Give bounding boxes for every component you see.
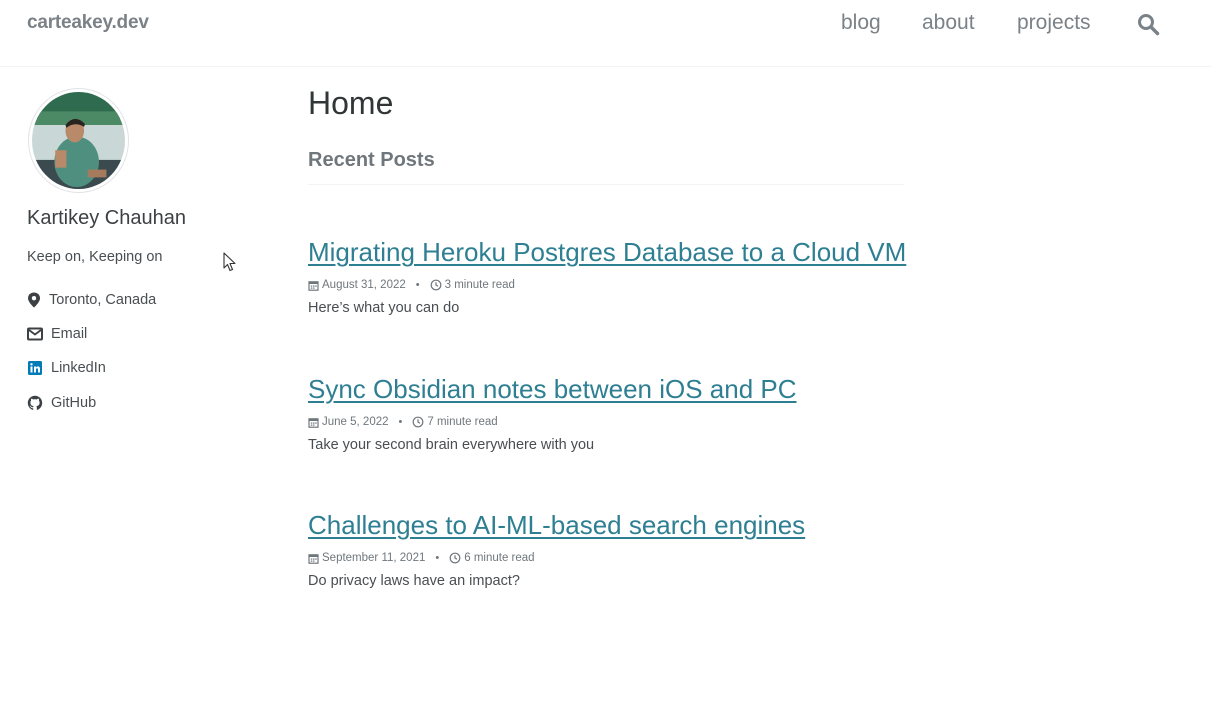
recent-posts-heading: Recent Posts — [308, 149, 904, 185]
post-excerpt: Here’s what you can do — [308, 300, 460, 316]
envelope-icon — [27, 327, 43, 341]
post-excerpt: Take your second brain everywhere with y… — [308, 437, 595, 453]
author-email-link[interactable]: Email — [27, 326, 87, 342]
post-item: Challenges to AI-ML-based search engines… — [308, 510, 928, 589]
author-location-label: Toronto, Canada — [49, 292, 157, 308]
github-icon — [27, 395, 43, 410]
author-linkedin-label: LinkedIn — [51, 360, 106, 376]
post-date: September 11, 2021 — [322, 552, 426, 564]
post-meta: September 11, 2021 • 6 minute read — [308, 552, 928, 564]
calendar-icon — [308, 553, 319, 564]
mouse-cursor-icon — [223, 252, 236, 272]
avatar — [32, 92, 125, 189]
nav-link-projects[interactable]: projects — [1017, 11, 1091, 35]
post-title-link[interactable]: Sync Obsidian notes between iOS and PC — [308, 374, 928, 405]
author-name: Kartikey Chauhan — [27, 207, 186, 229]
post-meta: August 31, 2022 • 3 minute read — [308, 279, 928, 291]
author-github-label: GitHub — [51, 395, 97, 411]
page-title: Home — [308, 85, 394, 121]
avatar-frame — [28, 88, 129, 193]
linkedin-icon — [28, 361, 42, 375]
calendar-icon — [308, 417, 319, 428]
author-linkedin-link[interactable]: LinkedIn — [27, 360, 106, 376]
nav-link-blog[interactable]: blog — [841, 11, 881, 35]
post-excerpt: Do privacy laws have an impact? — [308, 573, 520, 589]
location-pin-icon — [28, 292, 40, 308]
post-read-time: 7 minute read — [427, 416, 498, 428]
author-email-label: Email — [51, 326, 88, 342]
clock-icon — [412, 416, 424, 428]
nav-link-about[interactable]: about — [922, 11, 975, 35]
meta-separator: • — [398, 416, 403, 428]
masthead: carteakey.dev blog about projects — [0, 0, 1211, 67]
post-date: August 31, 2022 — [322, 279, 406, 291]
post-title-link[interactable]: Migrating Heroku Postgres Database to a … — [308, 237, 928, 268]
meta-separator: • — [415, 279, 420, 291]
search-button[interactable] — [1136, 12, 1162, 38]
calendar-icon — [308, 280, 319, 291]
clock-icon — [430, 279, 442, 291]
meta-separator: • — [435, 552, 440, 564]
post-item: Sync Obsidian notes between iOS and PC J… — [308, 374, 928, 453]
post-title-link[interactable]: Challenges to AI-ML-based search engines — [308, 510, 928, 541]
post-read-time: 6 minute read — [464, 552, 535, 564]
site-title-link[interactable]: carteakey.dev — [27, 12, 149, 34]
post-item: Migrating Heroku Postgres Database to a … — [308, 237, 928, 316]
search-icon — [1138, 14, 1160, 36]
author-location: Toronto, Canada — [27, 292, 156, 308]
clock-icon — [449, 552, 461, 564]
post-read-time: 3 minute read — [444, 279, 515, 291]
post-date: June 5, 2022 — [322, 416, 389, 428]
post-meta: June 5, 2022 • 7 minute read — [308, 416, 928, 428]
author-github-link[interactable]: GitHub — [27, 395, 96, 411]
author-bio: Keep on, Keeping on — [27, 249, 163, 265]
